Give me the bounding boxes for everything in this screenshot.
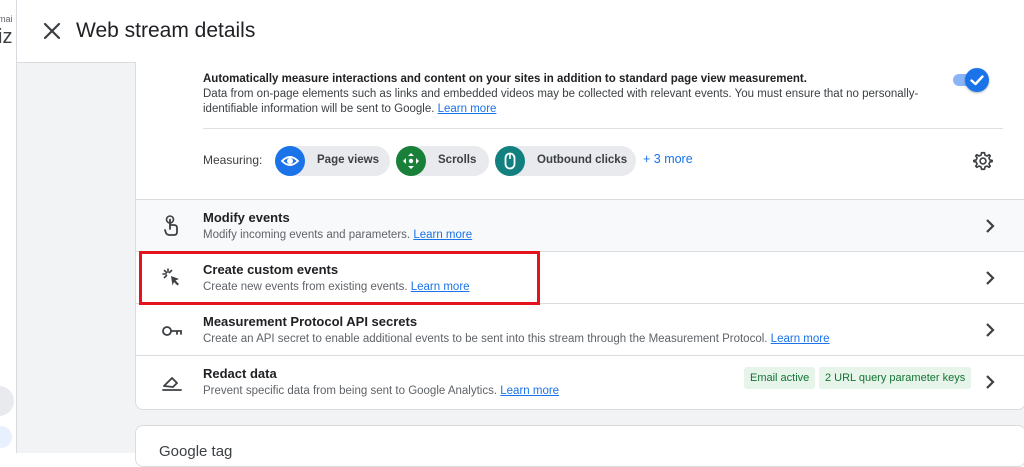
touch-hand-icon	[164, 215, 178, 236]
row-measurement-protocol[interactable]: Measurement Protocol API secrets Create …	[136, 303, 1024, 356]
row-description: Create an API secret to enable additiona…	[203, 333, 829, 345]
chip-page-views: Page views	[275, 146, 390, 176]
mouse-icon	[495, 146, 525, 176]
enhanced-measurement-summary: Automatically measure interactions and c…	[203, 73, 807, 85]
panel-header: Web stream details	[17, 0, 1024, 63]
toggle-knob	[965, 68, 989, 92]
row-description: Modify incoming events and parameters. L…	[203, 229, 472, 241]
enhanced-measurement-toggle[interactable]	[951, 68, 991, 92]
enhanced-measurement-description: Automatically measure interactions and c…	[203, 72, 953, 117]
eraser-icon	[162, 377, 182, 391]
chip-label: Page views	[317, 154, 380, 166]
measurement-protocol-learn-more[interactable]: Learn more	[771, 333, 830, 345]
background-button-2	[0, 426, 12, 448]
status-badge: Email active	[744, 367, 816, 389]
chip-label: Outbound clicks	[537, 154, 628, 166]
chip-label: Scrolls	[438, 154, 477, 166]
check-icon	[970, 75, 984, 86]
close-icon[interactable]	[41, 20, 63, 42]
background-text: mai	[0, 14, 13, 24]
chevron-right-icon	[986, 219, 995, 233]
divider	[203, 128, 1003, 129]
create-custom-events-learn-more[interactable]: Learn more	[411, 281, 470, 293]
row-title: Measurement Protocol API secrets	[203, 314, 418, 329]
events-card: Automatically measure interactions and c…	[135, 62, 1024, 410]
row-modify-events[interactable]: Modify events Modify incoming events and…	[136, 199, 1024, 252]
row-description: Prevent specific data from being sent to…	[203, 385, 559, 397]
row-description-text: Modify incoming events and parameters.	[203, 229, 411, 241]
row-description-text: Create an API secret to enable additiona…	[203, 333, 768, 345]
status-badge: 2 URL query parameter keys	[819, 367, 972, 389]
eye-icon	[275, 146, 305, 176]
page-title: Web stream details	[76, 19, 256, 42]
chevron-right-icon	[986, 271, 995, 285]
redact-data-learn-more[interactable]: Learn more	[500, 385, 559, 397]
row-title: Redact data	[203, 366, 277, 381]
background-page: mai iz	[0, 0, 17, 453]
google-tag-card: Google tag	[135, 425, 1024, 467]
measuring-label: Measuring:	[203, 153, 263, 167]
row-description-text: Prevent specific data from being sent to…	[203, 385, 498, 397]
row-create-custom-events[interactable]: Create custom events Create new events f…	[136, 251, 1024, 304]
row-description: Create new events from existing events. …	[203, 281, 470, 293]
gear-icon[interactable]	[972, 150, 994, 172]
row-description-text: Create new events from existing events.	[203, 281, 408, 293]
enhanced-measurement-detail: Data from on-page elements such as links…	[203, 88, 919, 115]
modify-events-learn-more[interactable]: Learn more	[413, 229, 472, 241]
chip-scrolls: Scrolls	[396, 146, 489, 176]
background-heading: iz	[0, 26, 13, 48]
chevron-right-icon	[986, 323, 995, 337]
background-button	[0, 386, 14, 416]
chip-outbound-clicks: Outbound clicks	[495, 146, 636, 176]
row-title: Modify events	[203, 210, 290, 225]
row-title: Create custom events	[203, 262, 339, 277]
enhanced-measurement-learn-more[interactable]: Learn more	[438, 103, 497, 115]
more-measurements-link[interactable]: + 3 more	[643, 152, 693, 166]
scroll-arrows-icon	[396, 146, 426, 176]
key-icon	[162, 326, 182, 336]
sparkle-cursor-icon	[162, 268, 179, 286]
section-title: Google tag	[159, 443, 233, 460]
web-stream-details-panel: Web stream details Automatically measure…	[17, 0, 1024, 467]
row-redact-data[interactable]: Redact data Prevent specific data from b…	[136, 355, 1024, 408]
chevron-right-icon	[986, 375, 995, 389]
